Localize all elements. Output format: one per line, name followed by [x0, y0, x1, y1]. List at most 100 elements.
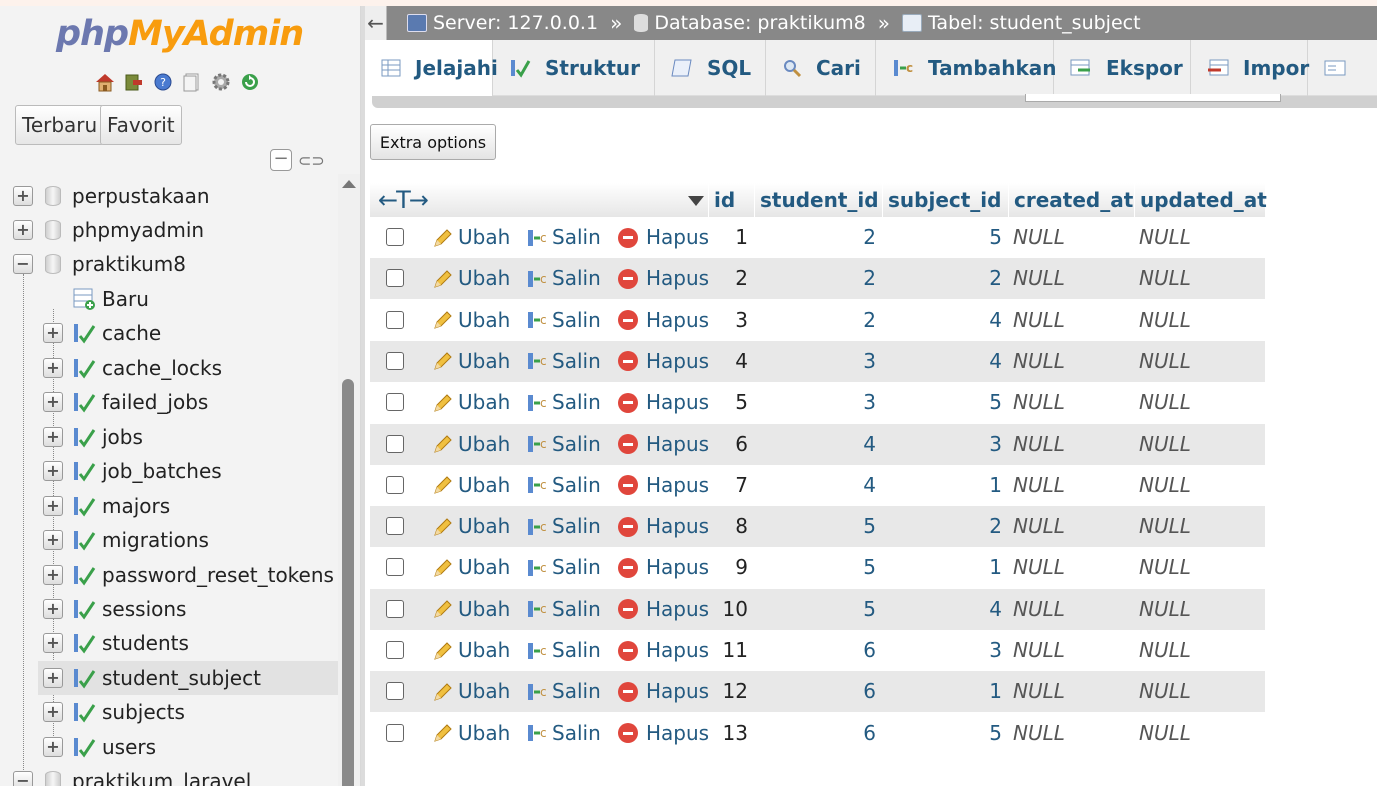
- tree-label[interactable]: cache: [102, 321, 161, 345]
- edit-link[interactable]: Ubah: [432, 217, 510, 258]
- row-checkbox[interactable]: [386, 310, 404, 329]
- cell-student-id[interactable]: 2: [754, 258, 876, 299]
- table-structure-icon[interactable]: [72, 391, 96, 413]
- cell-created-at[interactable]: NULL: [1013, 589, 1065, 630]
- cell-created-at[interactable]: NULL: [1013, 671, 1065, 712]
- cell-id[interactable]: 6: [708, 424, 748, 465]
- delete-link[interactable]: Hapus: [618, 258, 709, 299]
- table-structure-icon[interactable]: [72, 495, 96, 517]
- tree-label[interactable]: student_subject: [102, 666, 261, 690]
- cell-id[interactable]: 5: [708, 382, 748, 423]
- cell-id[interactable]: 10: [708, 589, 748, 630]
- tree-table-cache[interactable]: + cache: [0, 316, 338, 350]
- copy-link[interactable]: c Salin: [526, 341, 601, 382]
- cell-id[interactable]: 1: [708, 217, 748, 258]
- filter-input[interactable]: [1025, 94, 1281, 102]
- cell-created-at[interactable]: NULL: [1013, 547, 1065, 588]
- edit-link[interactable]: Ubah: [432, 713, 510, 754]
- copy-link[interactable]: c Salin: [526, 589, 601, 630]
- home-icon[interactable]: [93, 70, 117, 94]
- cell-student-id[interactable]: 6: [754, 713, 876, 754]
- tree-label[interactable]: job_batches: [102, 459, 222, 483]
- tree-table-users[interactable]: + users: [0, 730, 338, 764]
- row-checkbox[interactable]: [386, 351, 404, 370]
- cell-subject-id[interactable]: 5: [882, 713, 1002, 754]
- row-checkbox[interactable]: [386, 641, 404, 659]
- breadcrumb-server[interactable]: Server: 127.0.0.1: [407, 12, 598, 34]
- delete-link[interactable]: Hapus: [618, 424, 709, 465]
- delete-link[interactable]: Hapus: [618, 506, 709, 547]
- cell-updated-at[interactable]: NULL: [1139, 217, 1191, 258]
- cell-subject-id[interactable]: 1: [882, 671, 1002, 712]
- copy-link[interactable]: c Salin: [526, 217, 601, 258]
- tree-table-migrations[interactable]: + migrations: [0, 523, 338, 557]
- tab-browse[interactable]: Jelajahi: [365, 40, 498, 96]
- tree-label[interactable]: sessions: [102, 597, 186, 621]
- cell-student-id[interactable]: 2: [754, 217, 876, 258]
- expand-icon[interactable]: +: [43, 702, 63, 722]
- cell-updated-at[interactable]: NULL: [1139, 671, 1191, 712]
- cell-student-id[interactable]: 6: [754, 671, 876, 712]
- column-toggle-arrows[interactable]: ←T→: [378, 183, 429, 217]
- row-checkbox[interactable]: [386, 517, 404, 536]
- edit-link[interactable]: Ubah: [432, 258, 510, 299]
- cell-id[interactable]: 12: [708, 671, 748, 712]
- table-structure-icon[interactable]: [72, 322, 96, 344]
- cell-updated-at[interactable]: NULL: [1139, 630, 1191, 671]
- tree-label[interactable]: users: [102, 735, 156, 759]
- docs-icon[interactable]: [180, 70, 204, 94]
- delete-link[interactable]: Hapus: [618, 547, 709, 588]
- cell-subject-id[interactable]: 5: [882, 382, 1002, 423]
- cell-subject-id[interactable]: 1: [882, 547, 1002, 588]
- tab-export[interactable]: Ekspor: [1054, 40, 1191, 96]
- cell-updated-at[interactable]: NULL: [1139, 341, 1191, 382]
- nav-scrollbar[interactable]: [338, 174, 360, 786]
- delete-link[interactable]: Hapus: [618, 341, 709, 382]
- copy-link[interactable]: c Salin: [526, 465, 601, 506]
- expand-icon[interactable]: +: [43, 392, 63, 412]
- tab-sql[interactable]: SQL: [655, 40, 766, 96]
- row-checkbox[interactable]: [386, 723, 404, 742]
- row-checkbox[interactable]: [386, 475, 404, 494]
- delete-link[interactable]: Hapus: [618, 300, 709, 341]
- tree-table-cache-locks[interactable]: + cache_locks: [0, 351, 338, 385]
- cell-id[interactable]: 13: [708, 713, 748, 754]
- recent-tables-button[interactable]: Terbaru: [15, 105, 105, 145]
- phpmyadmin-logo[interactable]: phpMyAdmin: [56, 14, 304, 54]
- table-structure-icon[interactable]: [72, 701, 96, 723]
- extra-options-button[interactable]: Extra options: [370, 124, 496, 160]
- column-header-student-id[interactable]: student_id: [754, 183, 882, 217]
- reload-icon[interactable]: [238, 70, 262, 94]
- edit-link[interactable]: Ubah: [432, 341, 510, 382]
- copy-link[interactable]: c Salin: [526, 424, 601, 465]
- cell-updated-at[interactable]: NULL: [1139, 258, 1191, 299]
- tab-insert[interactable]: c Tambahkan: [876, 40, 1057, 96]
- cell-student-id[interactable]: 5: [754, 547, 876, 588]
- expand-icon[interactable]: +: [43, 633, 63, 653]
- cell-created-at[interactable]: NULL: [1013, 424, 1065, 465]
- favorite-tables-button[interactable]: Favorit: [100, 105, 182, 145]
- tree-label[interactable]: password_reset_tokens: [102, 563, 334, 587]
- table-structure-icon[interactable]: [72, 426, 96, 448]
- tree-label[interactable]: migrations: [102, 528, 209, 552]
- column-header-id[interactable]: id: [708, 183, 754, 217]
- table-structure-icon[interactable]: [72, 460, 96, 482]
- expand-icon[interactable]: +: [43, 530, 63, 550]
- tree-db-praktikum-laravel[interactable]: − praktikum_laravel: [0, 764, 338, 786]
- cell-updated-at[interactable]: NULL: [1139, 713, 1191, 754]
- cell-created-at[interactable]: NULL: [1013, 465, 1065, 506]
- cell-student-id[interactable]: 5: [754, 506, 876, 547]
- cell-created-at[interactable]: NULL: [1013, 713, 1065, 754]
- breadcrumb-table[interactable]: Tabel: student_subject: [901, 12, 1141, 34]
- row-checkbox[interactable]: [386, 558, 404, 577]
- breadcrumb-table-label[interactable]: Tabel: student_subject: [928, 12, 1141, 34]
- cell-created-at[interactable]: NULL: [1013, 382, 1065, 423]
- cell-subject-id[interactable]: 4: [882, 589, 1002, 630]
- row-checkbox[interactable]: [386, 228, 404, 246]
- expand-icon[interactable]: +: [43, 323, 63, 343]
- cell-id[interactable]: 11: [708, 630, 748, 671]
- tree-db-praktikum8[interactable]: − praktikum8: [0, 247, 338, 281]
- tab-search[interactable]: Cari: [766, 40, 876, 96]
- tab-structure[interactable]: Struktur: [493, 40, 655, 96]
- cell-subject-id[interactable]: 2: [882, 258, 1002, 299]
